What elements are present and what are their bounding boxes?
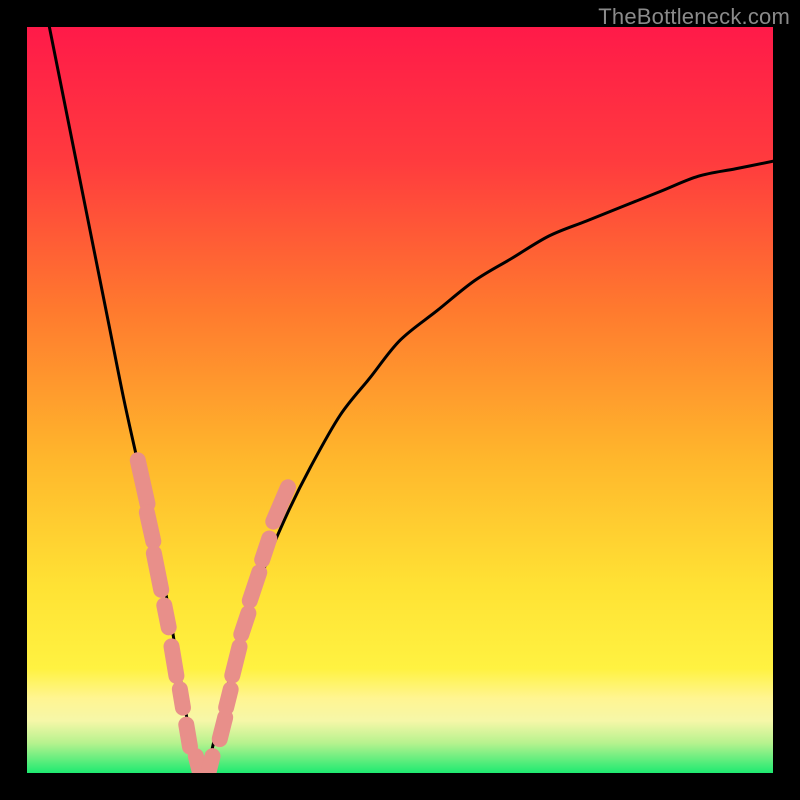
- curve-marker: [220, 717, 225, 739]
- curve-marker: [232, 647, 239, 676]
- curve-marker: [241, 613, 248, 634]
- curve-marker: [250, 572, 259, 600]
- curve-marker: [196, 756, 201, 773]
- curve-marker: [180, 689, 183, 707]
- gradient-background: [27, 27, 773, 773]
- chart-svg: [27, 27, 773, 773]
- curve-marker: [207, 756, 212, 773]
- curve-marker: [147, 512, 153, 541]
- watermark-text: TheBottleneck.com: [598, 4, 790, 30]
- curve-marker: [138, 460, 148, 504]
- curve-marker: [226, 689, 231, 707]
- curve-marker: [262, 539, 269, 560]
- curve-marker: [164, 605, 168, 627]
- curve-marker: [186, 725, 190, 747]
- curve-marker: [154, 553, 161, 590]
- chart-frame: [27, 27, 773, 773]
- curve-marker: [172, 646, 177, 675]
